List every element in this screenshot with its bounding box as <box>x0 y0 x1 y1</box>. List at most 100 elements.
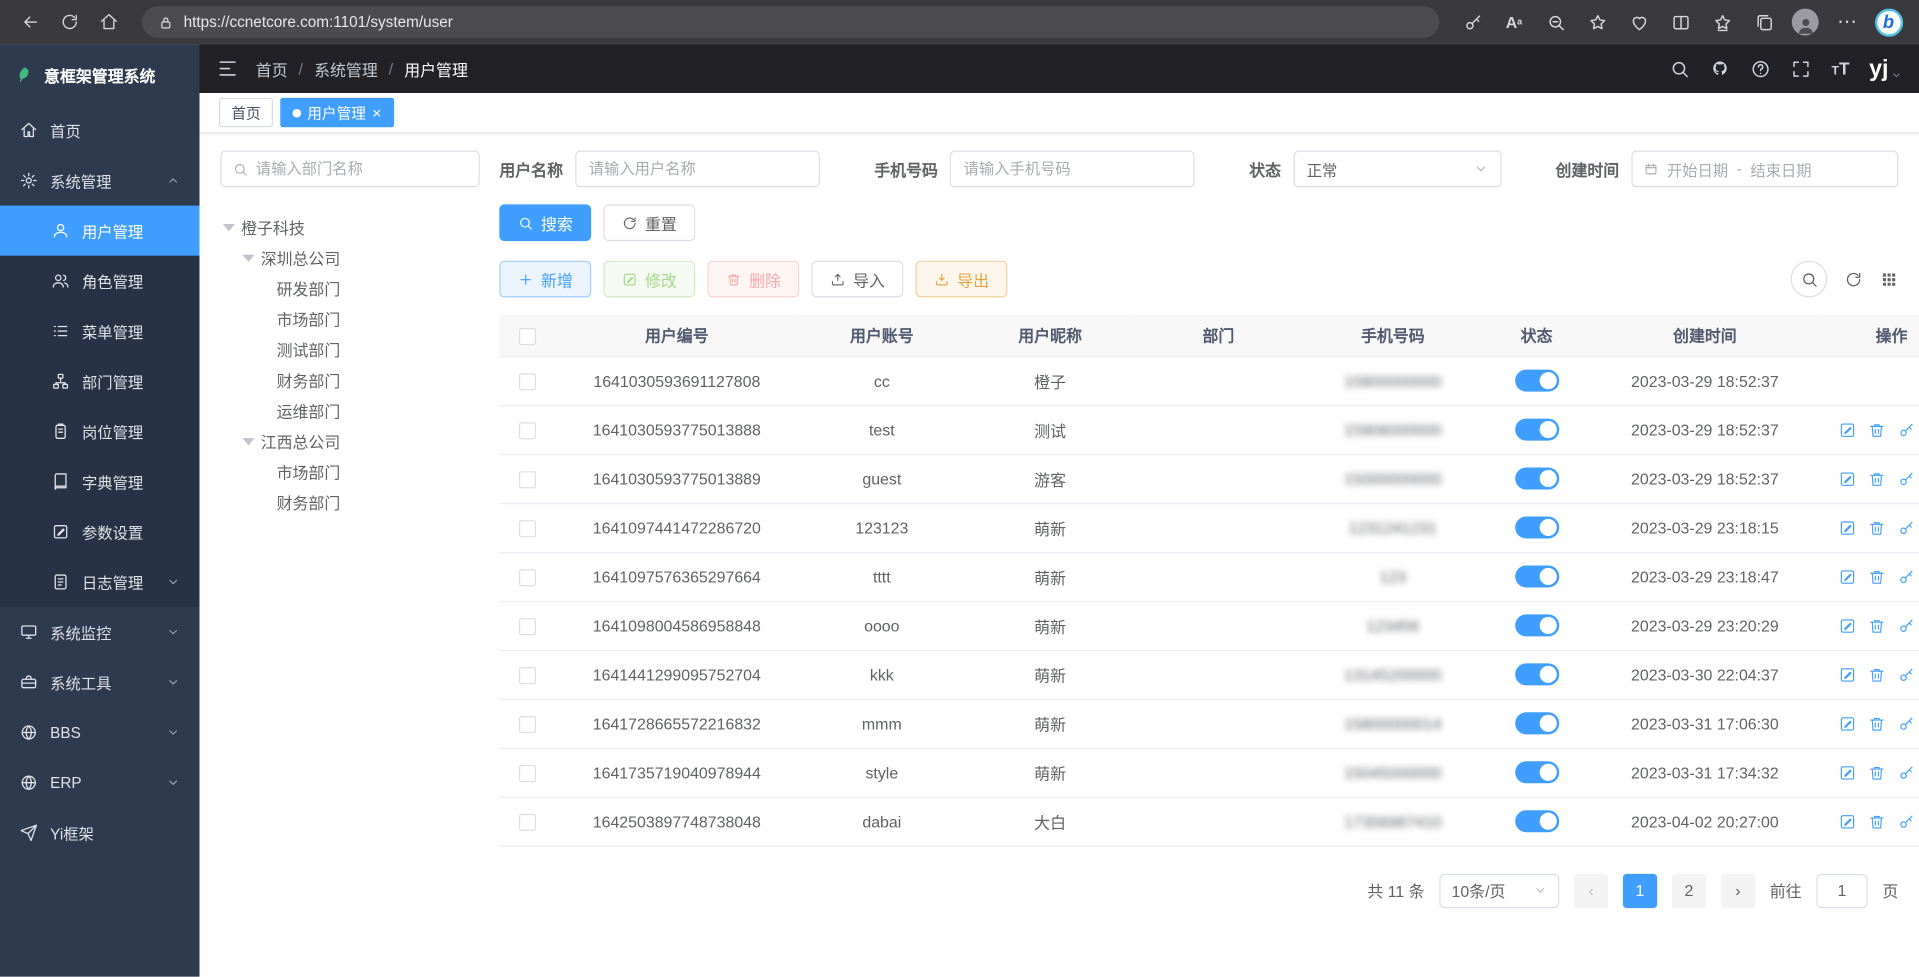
sidebar-item-system-monitor[interactable]: 系统监控 <box>0 607 199 657</box>
sidebar-item-log-management[interactable]: 日志管理 <box>0 557 199 607</box>
row-checkbox[interactable] <box>518 618 535 635</box>
browser-essentials-button[interactable] <box>1620 5 1657 39</box>
tab-home[interactable]: 首页 <box>219 98 273 127</box>
select-all-checkbox[interactable] <box>518 327 535 344</box>
sidebar-item-user-management[interactable]: 用户管理 <box>0 206 199 256</box>
tree-node[interactable]: 市场部门 <box>220 457 479 488</box>
edit-icon[interactable] <box>1838 567 1856 585</box>
tree-node[interactable]: 橙子科技 <box>220 212 479 243</box>
next-page-button[interactable]: › <box>1721 873 1755 907</box>
goto-page-input[interactable] <box>1816 873 1867 907</box>
favorites-button[interactable] <box>1704 5 1741 39</box>
address-bar[interactable]: https://ccnetcore.com:1101/system/user <box>142 6 1439 38</box>
tree-node[interactable]: 江西总公司 <box>220 426 479 457</box>
more-menu-button[interactable]: ⋯ <box>1829 5 1866 39</box>
sidebar-item-post-management[interactable]: 岗位管理 <box>0 406 199 456</box>
column-settings-button[interactable] <box>1880 270 1898 288</box>
reset-password-icon[interactable] <box>1897 469 1915 487</box>
show-search-button[interactable] <box>1791 261 1828 298</box>
sidebar-item-role-management[interactable]: 角色管理 <box>0 256 199 306</box>
tree-node[interactable]: 财务部门 <box>220 487 479 518</box>
reset-password-icon[interactable] <box>1897 420 1915 438</box>
caret-down-icon[interactable] <box>242 254 254 261</box>
modify-button[interactable]: 修改 <box>603 261 695 298</box>
status-select[interactable]: 正常 <box>1293 151 1501 188</box>
edit-icon[interactable] <box>1838 665 1856 683</box>
row-checkbox[interactable] <box>518 716 535 733</box>
refresh-button[interactable] <box>51 5 88 39</box>
delete-icon[interactable] <box>1868 665 1886 683</box>
edit-icon[interactable] <box>1838 763 1856 781</box>
collections-button[interactable] <box>1745 5 1782 39</box>
sidebar-item-system-tools[interactable]: 系统工具 <box>0 657 199 707</box>
sidebar-item-yi-framework[interactable]: Yi框架 <box>0 808 199 858</box>
row-checkbox[interactable] <box>518 471 535 488</box>
date-range-picker[interactable]: 开始日期 - 结束日期 <box>1631 151 1898 188</box>
status-toggle[interactable] <box>1515 370 1559 392</box>
row-checkbox[interactable] <box>518 814 535 831</box>
tree-node[interactable]: 财务部门 <box>220 365 479 396</box>
tree-node[interactable]: 运维部门 <box>220 395 479 426</box>
reset-password-icon[interactable] <box>1897 518 1915 536</box>
password-key-button[interactable] <box>1454 5 1491 39</box>
github-icon[interactable] <box>1710 58 1731 79</box>
status-toggle[interactable] <box>1515 663 1559 685</box>
username-input[interactable] <box>575 151 820 188</box>
delete-icon[interactable] <box>1868 567 1886 585</box>
split-screen-button[interactable] <box>1662 5 1699 39</box>
collapse-sidebar-icon[interactable] <box>217 58 239 80</box>
delete-icon[interactable] <box>1868 420 1886 438</box>
delete-icon[interactable] <box>1868 469 1886 487</box>
row-checkbox[interactable] <box>518 520 535 537</box>
status-toggle[interactable] <box>1515 419 1559 441</box>
sidebar-item-system-management[interactable]: 系统管理 <box>0 155 199 205</box>
status-toggle[interactable] <box>1515 516 1559 538</box>
sidebar-item-home[interactable]: 首页 <box>0 105 199 155</box>
tab-user-management[interactable]: 用户管理 × <box>280 98 393 127</box>
edit-icon[interactable] <box>1838 812 1856 830</box>
favorites-add-button[interactable] <box>1579 5 1616 39</box>
tree-node[interactable]: 市场部门 <box>220 304 479 335</box>
delete-icon[interactable] <box>1868 518 1886 536</box>
prev-page-button[interactable]: ‹ <box>1574 873 1608 907</box>
back-button[interactable] <box>12 5 49 39</box>
department-search[interactable] <box>220 151 479 188</box>
reset-password-icon[interactable] <box>1897 763 1915 781</box>
page-size-select[interactable]: 10条/页 <box>1439 873 1559 907</box>
status-toggle[interactable] <box>1515 810 1559 832</box>
edit-icon[interactable] <box>1838 714 1856 732</box>
sidebar-item-bbs[interactable]: BBS <box>0 707 199 757</box>
user-menu[interactable]: yj <box>1869 57 1902 80</box>
fullscreen-icon[interactable] <box>1791 58 1812 79</box>
edit-icon[interactable] <box>1838 518 1856 536</box>
export-button[interactable]: 导出 <box>916 261 1008 298</box>
sidebar-item-erp[interactable]: ERP <box>0 758 199 808</box>
copilot-button[interactable]: b <box>1870 5 1907 39</box>
delete-icon[interactable] <box>1868 812 1886 830</box>
reset-password-icon[interactable] <box>1897 567 1915 585</box>
page-button-1[interactable]: 1 <box>1623 873 1657 907</box>
department-search-input[interactable] <box>256 160 468 177</box>
edit-icon[interactable] <box>1838 469 1856 487</box>
tree-node[interactable]: 深圳总公司 <box>220 242 479 273</box>
close-tab-icon[interactable]: × <box>372 105 381 121</box>
row-checkbox[interactable] <box>518 765 535 782</box>
delete-button[interactable]: 删除 <box>707 261 799 298</box>
tree-node[interactable]: 测试部门 <box>220 334 479 365</box>
refresh-table-button[interactable] <box>1844 270 1862 288</box>
tree-node[interactable]: 研发部门 <box>220 273 479 304</box>
edit-icon[interactable] <box>1838 420 1856 438</box>
zoom-button[interactable] <box>1537 5 1574 39</box>
add-button[interactable]: 新增 <box>499 261 591 298</box>
delete-icon[interactable] <box>1868 714 1886 732</box>
search-icon[interactable] <box>1670 58 1691 79</box>
status-toggle[interactable] <box>1515 614 1559 636</box>
status-toggle[interactable] <box>1515 761 1559 783</box>
search-button[interactable]: 搜索 <box>499 204 591 241</box>
page-button-2[interactable]: 2 <box>1672 873 1706 907</box>
reset-password-icon[interactable] <box>1897 616 1915 634</box>
reset-password-icon[interactable] <box>1897 665 1915 683</box>
status-toggle[interactable] <box>1515 712 1559 734</box>
row-checkbox[interactable] <box>518 422 535 439</box>
reset-button[interactable]: 重置 <box>603 204 695 241</box>
